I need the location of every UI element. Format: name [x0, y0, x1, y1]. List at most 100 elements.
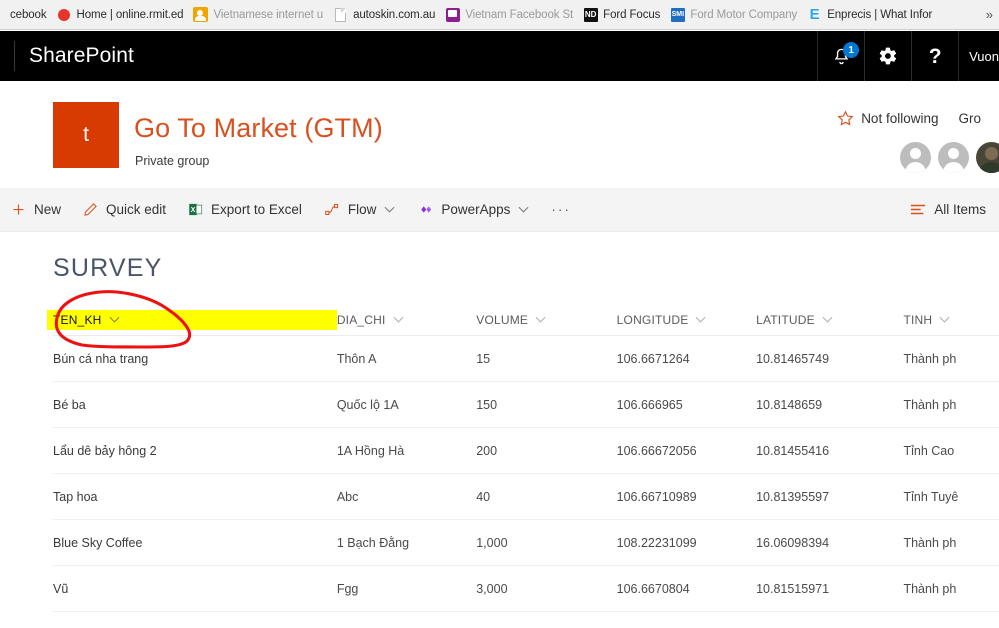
bookmark-item-vietnam-facebook[interactable]: Vietnam Facebook St	[440, 0, 578, 29]
column-header-latitude[interactable]: LATITUDE	[756, 313, 903, 327]
cell-volume: 40	[476, 489, 491, 504]
cell-volume: 3,000	[476, 581, 508, 596]
avatar[interactable]	[900, 142, 931, 173]
chevron-down-icon	[822, 316, 833, 324]
sharepoint-suite-bar: SharePoint 1 ? Vuon	[0, 31, 999, 81]
bookmark-item-vietnamese-internet[interactable]: Vietnamese internet u	[188, 0, 328, 29]
smi-icon: SMI	[670, 7, 685, 22]
cell-ten-kh: Bún cá nha trang	[53, 351, 149, 366]
cell-volume: 200	[476, 443, 498, 458]
star-icon	[837, 110, 854, 127]
new-button[interactable]: New	[0, 188, 72, 232]
cell-ten-kh: Bé ba	[53, 397, 86, 412]
plus-icon	[11, 202, 26, 217]
notifications-badge: 1	[843, 42, 860, 58]
svg-text:X: X	[191, 207, 196, 214]
column-header-label: TEN_KH	[53, 312, 102, 327]
cell-dia-chi: Quốc lộ 1A	[336, 397, 399, 412]
powerapps-label: PowerApps	[441, 202, 511, 217]
column-header-dia-chi[interactable]: DIA_CHI	[337, 313, 476, 327]
column-header-longitude[interactable]: LONGITUDE	[617, 313, 756, 327]
bookmark-label: Vietnamese internet u	[213, 8, 324, 21]
waffle-spacer	[0, 31, 14, 81]
cell-dia-chi: 1A Hồng Hà	[336, 443, 405, 458]
purple-chat-icon	[445, 7, 460, 22]
member-avatars[interactable]	[893, 142, 999, 173]
sharepoint-brand-link[interactable]: SharePoint	[14, 41, 134, 71]
powerapps-button[interactable]: PowerApps	[406, 188, 540, 232]
list-title: SURVEY	[53, 254, 163, 282]
site-logo[interactable]: t	[53, 102, 119, 168]
avatar[interactable]	[976, 142, 999, 173]
bookmark-item-rmit[interactable]: Home | online.rmit.ed	[51, 0, 188, 29]
chevron-down-icon	[695, 316, 706, 324]
cell-tinh: Tỉnh Cao	[903, 443, 955, 458]
settings-button[interactable]	[864, 31, 911, 81]
cell-ten-kh: Vũ	[53, 581, 69, 596]
more-commands-button[interactable]: ···	[540, 188, 582, 232]
group-members-link[interactable]: Gro	[958, 111, 981, 126]
cell-longitude: 106.666965	[616, 397, 683, 412]
table-row[interactable]: Tap hoa Abc 40 106.66710989 10.81395597 …	[53, 474, 999, 520]
column-header-tinh[interactable]: TINH	[903, 313, 999, 327]
cell-longitude: 108.22231099	[616, 535, 697, 550]
user-name-label: Vuon	[969, 48, 999, 64]
chevron-down-icon	[384, 206, 395, 214]
excel-icon: X	[188, 202, 203, 217]
pencil-icon	[83, 202, 98, 217]
notifications-button[interactable]: 1	[817, 31, 864, 81]
table-row[interactable]: Bé ba Quốc lộ 1A 150 106.666965 10.81486…	[53, 382, 999, 428]
powerapps-icon	[417, 202, 433, 217]
browser-bookmarks-bar: cebook Home | online.rmit.ed Vietnamese …	[0, 0, 999, 30]
export-to-excel-button[interactable]: X Export to Excel	[177, 188, 313, 232]
column-header-label: LATITUDE	[756, 312, 815, 327]
avatar[interactable]	[938, 142, 969, 173]
table-row[interactable]: Blue Sky Coffee 1 Bạch Đằng 1,000 108.22…	[53, 520, 999, 566]
not-following-button[interactable]: Not following	[837, 110, 938, 127]
cell-dia-chi: 1 Bạch Đằng	[336, 535, 410, 550]
list-view-icon	[910, 203, 926, 216]
new-label: New	[34, 202, 62, 217]
bookmark-label: Ford Focus	[603, 8, 661, 21]
bookmark-label: Vietnam Facebook St	[465, 8, 574, 21]
flow-icon	[324, 202, 340, 217]
chevron-down-icon	[535, 316, 546, 324]
red-dot-icon	[56, 7, 71, 22]
help-button[interactable]: ?	[911, 31, 958, 81]
bookmark-item-facebook[interactable]: cebook	[0, 0, 51, 29]
table-row[interactable]: Bún cá nha trang Thôn A 15 106.6671264 1…	[53, 336, 999, 382]
column-header-ten-kh[interactable]: TEN_KH	[47, 309, 337, 330]
column-header-volume[interactable]: VOLUME	[476, 313, 616, 327]
quick-edit-button[interactable]: Quick edit	[72, 188, 177, 232]
user-menu-button[interactable]: Vuon	[958, 31, 999, 81]
table-row[interactable]: Vũ Fgg 3,000 106.6670804 10.81515971 Thà…	[53, 566, 999, 612]
suite-bar-actions: 1 ? Vuon	[817, 31, 999, 81]
nd-icon: ND	[583, 7, 598, 22]
bookmark-label: autoskin.com.au	[353, 8, 436, 21]
cell-latitude: 10.81515971	[756, 581, 830, 596]
list-area: SURVEY TEN_KH DIA_CHI VOLUME LONGITUDE L…	[0, 232, 999, 628]
chevron-down-icon	[939, 316, 950, 324]
site-header: t Go To Market (GTM) Private group Not f…	[0, 81, 999, 188]
cell-dia-chi: Fgg	[336, 581, 359, 596]
chevron-down-icon	[393, 316, 404, 324]
gear-icon	[879, 47, 897, 65]
bookmark-item-autoskin[interactable]: autoskin.com.au	[328, 0, 440, 29]
bookmark-item-ford-motor-company[interactable]: SMI Ford Motor Company	[665, 0, 802, 29]
bookmark-item-ford-focus[interactable]: ND Ford Focus	[578, 0, 665, 29]
site-header-actions: Not following Gro	[837, 110, 981, 127]
table-row[interactable]: Lẩu dê bảy hông 2 1A Hồng Hà 200 106.666…	[53, 428, 999, 474]
flow-button[interactable]: Flow	[313, 188, 407, 232]
cell-latitude: 10.81465749	[756, 351, 830, 366]
list-header-row: TEN_KH DIA_CHI VOLUME LONGITUDE LATITUDE…	[47, 304, 999, 336]
bookmarks-overflow-icon[interactable]: »	[986, 7, 999, 22]
all-items-view-button[interactable]: All Items	[899, 188, 997, 232]
site-title[interactable]: Go To Market (GTM)	[134, 113, 383, 144]
cell-ten-kh: Tap hoa	[53, 489, 98, 504]
quick-edit-label: Quick edit	[106, 202, 167, 217]
bookmark-label: Ford Motor Company	[690, 8, 798, 21]
cell-latitude: 10.8148659	[756, 397, 823, 412]
site-privacy-label: Private group	[135, 154, 210, 168]
cell-dia-chi: Abc	[336, 489, 359, 504]
bookmark-item-enprecis[interactable]: E Enprecis | What Infor	[802, 0, 937, 29]
